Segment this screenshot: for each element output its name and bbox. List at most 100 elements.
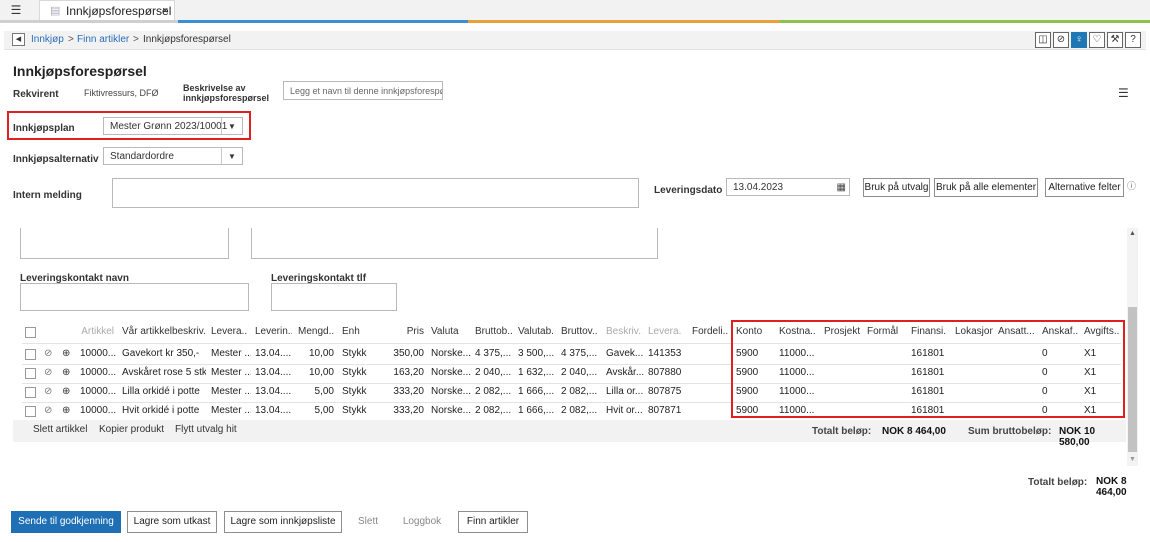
leveringskontakt-tlf-input[interactable] <box>271 283 397 311</box>
beskrivelse-label: Beskrivelse av innkjøpsforespørsel <box>183 83 270 103</box>
innkjopsalternativ-value: Standardordre <box>110 151 174 162</box>
table-cell <box>692 402 732 420</box>
zoom-in-icon[interactable]: ⊕ <box>62 364 70 382</box>
table-cell: 2 082,... <box>475 386 512 397</box>
table-cell: Stykk <box>342 386 367 397</box>
kopier-produkt-button[interactable]: Kopier produkt <box>99 424 164 435</box>
col-header[interactable]: Vår artikkelbeskriv... <box>122 323 206 341</box>
flytt-utvalg-button[interactable]: Flytt utvalg hit <box>175 424 237 435</box>
wrench-icon[interactable]: ⚒ <box>1107 32 1123 48</box>
leveringskontakt-navn-input[interactable] <box>20 283 249 311</box>
row-checkbox[interactable] <box>25 406 36 417</box>
back-arrow-icon[interactable]: ◀ <box>12 33 25 46</box>
table-cell: 2 082,... <box>475 405 512 416</box>
grid-total-label: Totalt beløp: <box>812 426 872 437</box>
paperclip-icon[interactable]: ⊘ <box>44 345 52 363</box>
loggbok-button[interactable]: Loggbok <box>396 511 448 533</box>
leveringsdato-value: 13.04.2023 <box>733 182 784 193</box>
tab-underline <box>0 20 178 23</box>
paperclip-icon[interactable]: ⊘ <box>44 383 52 401</box>
intern-melding-input[interactable] <box>112 178 639 208</box>
tab-innkjopsforesporsel[interactable]: ▤ Innkjøpsforespørsel × <box>39 0 175 21</box>
col-header[interactable]: Pris <box>384 323 424 341</box>
leveringsdato-input[interactable]: 13.04.2023 ▦ <box>726 178 850 196</box>
table-cell: Stykk <box>342 367 367 378</box>
col-header[interactable]: Beskriv... <box>606 323 642 341</box>
breadcrumb-separator: > <box>68 34 74 45</box>
zoom-in-icon[interactable]: ⊕ <box>62 402 70 420</box>
col-header[interactable]: Leverin... <box>255 323 292 341</box>
accent-line-blue <box>178 20 468 23</box>
leveringsdato-label: Leveringsdato <box>654 185 723 196</box>
chevron-down-icon: ▼ <box>221 148 242 164</box>
address-box-1[interactable] <box>20 228 229 259</box>
help-circle-icon[interactable]: ⓘ <box>1127 179 1136 192</box>
page-title: Innkjøpsforespørsel <box>13 63 147 79</box>
col-header[interactable]: Fordeli... <box>692 323 728 341</box>
table-cell: Gavekort kr 350,- <box>122 348 200 359</box>
paperclip-icon[interactable]: ⊘ <box>1053 32 1069 48</box>
table-cell: Lilla or... <box>606 386 644 397</box>
breadcrumb-finn-artikler[interactable]: Finn artikler <box>77 34 129 45</box>
col-header[interactable]: Enh <box>342 323 372 341</box>
paperclip-icon[interactable]: ⊘ <box>44 402 52 420</box>
col-header[interactable]: Bruttov... <box>561 323 598 341</box>
table-cell: 333,20 <box>393 386 424 397</box>
col-header[interactable]: Valuta <box>431 323 465 341</box>
row-checkbox[interactable] <box>25 349 36 360</box>
lagre-som-innkjopsliste-button[interactable]: Lagre som innkjøpsliste <box>224 511 342 533</box>
accent-line-green <box>780 20 1150 23</box>
accent-line-orange <box>468 20 780 23</box>
beskrivelse-input[interactable]: Legg et navn til denne innkjøpsforespø..… <box>283 81 443 100</box>
table-cell: 141353 <box>648 348 682 359</box>
highlight-innkjopsplan <box>7 111 251 140</box>
alternative-felter-button[interactable]: Alternative felter <box>1045 178 1124 197</box>
col-header[interactable]: Valutab... <box>518 323 555 341</box>
heart-icon[interactable]: ♡ <box>1089 32 1105 48</box>
table-cell: 1 666,... <box>518 405 555 416</box>
col-header[interactable]: Artikkel <box>80 323 114 341</box>
table-cell <box>692 364 732 382</box>
col-header[interactable]: Levera... <box>648 323 682 341</box>
rekvirent-value: Fiktivressurs, DFØ <box>84 88 159 98</box>
sum-brutto-value: NOK 10 580,00 <box>1059 426 1096 448</box>
calendar-icon[interactable]: ▦ <box>837 179 846 195</box>
close-tab-icon[interactable]: × <box>162 1 168 21</box>
innkjopsalternativ-select[interactable]: Standardordre ▼ <box>103 147 243 165</box>
address-box-2[interactable] <box>251 228 658 259</box>
panel-icon[interactable]: ◫ <box>1035 32 1051 48</box>
scrollbar-thumb[interactable] <box>1128 307 1137 452</box>
slett-button[interactable]: Slett <box>348 511 388 533</box>
table-cell: Avskåret rose 5 stk <box>122 367 206 378</box>
col-header[interactable]: Levera... <box>211 323 248 341</box>
bruk-pa-utvalg-button[interactable]: Bruk på utvalg <box>863 178 930 197</box>
layout-menu-icon[interactable]: ☰ <box>1118 86 1129 100</box>
select-all-checkbox[interactable] <box>25 327 36 338</box>
finn-artikler-button[interactable]: Finn artikler <box>458 511 528 533</box>
scroll-up-icon[interactable]: ▲ <box>1129 230 1136 237</box>
paperclip-icon[interactable]: ⊘ <box>44 364 52 382</box>
bruk-pa-alle-button[interactable]: Bruk på alle elementer <box>934 178 1038 197</box>
row-checkbox[interactable] <box>25 368 36 379</box>
highlight-accounting-columns <box>731 320 1125 418</box>
slett-artikkel-button[interactable]: Slett artikkel <box>33 424 87 435</box>
table-cell: 1 666,... <box>518 386 555 397</box>
col-header[interactable]: Bruttob... <box>475 323 512 341</box>
scroll-down-icon[interactable]: ▼ <box>1129 456 1136 463</box>
send-til-godkjenning-button[interactable]: Sende til godkjenning <box>11 511 121 533</box>
list-menu-icon[interactable]: ☰ <box>9 3 23 17</box>
help-icon[interactable]: ? <box>1125 32 1141 48</box>
rekvirent-label: Rekvirent <box>13 89 59 100</box>
lagre-som-utkast-button[interactable]: Lagre som utkast <box>127 511 217 533</box>
row-checkbox[interactable] <box>25 387 36 398</box>
breadcrumb-innkjop[interactable]: Innkjøp <box>31 34 64 45</box>
lightbulb-icon[interactable]: ♀ <box>1071 32 1087 48</box>
table-cell: 13.04.... <box>255 367 292 378</box>
zoom-in-icon[interactable]: ⊕ <box>62 383 70 401</box>
table-cell: 2 040,... <box>475 367 512 378</box>
breadcrumb-separator: > <box>133 34 139 45</box>
col-header[interactable]: Mengd... <box>298 323 334 341</box>
summary-total-value: NOK 8 464,00 <box>1096 476 1127 498</box>
zoom-in-icon[interactable]: ⊕ <box>62 345 70 363</box>
table-cell: Lilla orkidé i potte <box>122 386 200 397</box>
